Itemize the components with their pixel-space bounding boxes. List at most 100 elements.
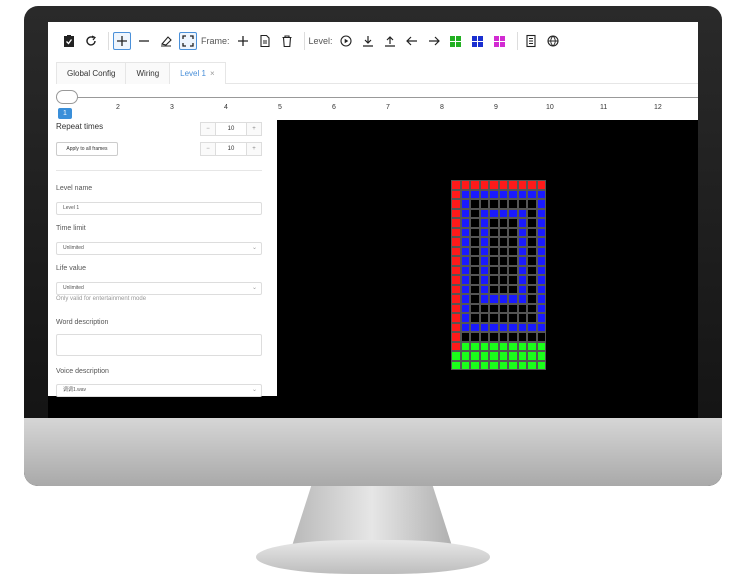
matrix-pixel[interactable]	[489, 294, 499, 304]
timeline-tick[interactable]: 7	[386, 104, 390, 111]
minus-icon[interactable]	[135, 32, 153, 50]
stepper-value[interactable]: 10	[215, 143, 247, 155]
timeline-tick[interactable]: 5	[278, 104, 282, 111]
clipboard-check-icon[interactable]	[60, 32, 78, 50]
matrix-pixel[interactable]	[479, 313, 489, 323]
matrix-pixel[interactable]	[517, 332, 527, 342]
decrement-button[interactable]: −	[201, 123, 215, 135]
matrix-pixel[interactable]	[479, 322, 489, 332]
matrix-pixel[interactable]	[536, 294, 546, 304]
matrix-pixel[interactable]	[479, 199, 489, 209]
matrix-pixel[interactable]	[508, 313, 518, 323]
apply-to-all-frames-button[interactable]: Apply to all frames	[56, 142, 118, 156]
matrix-pixel[interactable]	[479, 189, 489, 199]
matrix-pixel[interactable]	[470, 341, 480, 351]
timeline-tick[interactable]: 4	[224, 104, 228, 111]
matrix-pixel[interactable]	[460, 332, 470, 342]
tab-wiring[interactable]: Wiring	[125, 62, 171, 84]
repeat-times-stepper[interactable]: − 10 +	[200, 122, 262, 136]
matrix-pixel[interactable]	[479, 275, 489, 285]
matrix-pixel[interactable]	[451, 180, 461, 190]
globe-icon[interactable]	[544, 32, 562, 50]
timeline-tick[interactable]: 10	[546, 104, 554, 111]
matrix-pixel[interactable]	[479, 237, 489, 247]
matrix-pixel[interactable]	[470, 303, 480, 313]
matrix-pixel[interactable]	[470, 237, 480, 247]
matrix-pixel[interactable]	[517, 189, 527, 199]
matrix-pixel[interactable]	[508, 265, 518, 275]
matrix-pixel[interactable]	[470, 351, 480, 361]
matrix-pixel[interactable]	[536, 246, 546, 256]
matrix-pixel[interactable]	[536, 360, 546, 370]
matrix-pixel[interactable]	[479, 360, 489, 370]
matrix-pixel[interactable]	[460, 275, 470, 285]
matrix-pixel[interactable]	[489, 303, 499, 313]
matrix-pixel[interactable]	[479, 351, 489, 361]
matrix-pixel[interactable]	[508, 275, 518, 285]
matrix-pixel[interactable]	[517, 208, 527, 218]
matrix-pixel[interactable]	[479, 227, 489, 237]
matrix-pixel[interactable]	[527, 284, 537, 294]
matrix-pixel[interactable]	[451, 303, 461, 313]
notes-icon[interactable]	[522, 32, 540, 50]
apply-value-stepper[interactable]: − 10 +	[200, 142, 262, 156]
matrix-pixel[interactable]	[508, 256, 518, 266]
matrix-pixel[interactable]	[498, 189, 508, 199]
matrix-pixel[interactable]	[498, 360, 508, 370]
matrix-pixel[interactable]	[470, 265, 480, 275]
matrix-pixel[interactable]	[517, 227, 527, 237]
eraser-icon[interactable]	[157, 32, 175, 50]
play-icon[interactable]	[337, 32, 355, 50]
matrix-pixel[interactable]	[536, 237, 546, 247]
matrix-pixel[interactable]	[517, 303, 527, 313]
matrix-pixel[interactable]	[517, 180, 527, 190]
matrix-pixel[interactable]	[527, 275, 537, 285]
matrix-pixel[interactable]	[517, 246, 527, 256]
matrix-pixel[interactable]	[451, 341, 461, 351]
trash-icon[interactable]	[278, 32, 296, 50]
matrix-pixel[interactable]	[479, 180, 489, 190]
matrix-pixel[interactable]	[479, 332, 489, 342]
matrix-pixel[interactable]	[527, 208, 537, 218]
matrix-pixel[interactable]	[527, 360, 537, 370]
matrix-pixel[interactable]	[479, 294, 489, 304]
matrix-pixel[interactable]	[498, 275, 508, 285]
matrix-pixel[interactable]	[498, 332, 508, 342]
matrix-pixel[interactable]	[517, 256, 527, 266]
matrix-pixel[interactable]	[508, 208, 518, 218]
matrix-pixel[interactable]	[451, 237, 461, 247]
matrix-pixel[interactable]	[489, 208, 499, 218]
timeline-tick[interactable]: 9	[494, 104, 498, 111]
matrix-pixel[interactable]	[498, 227, 508, 237]
matrix-pixel[interactable]	[527, 189, 537, 199]
matrix-pixel[interactable]	[527, 313, 537, 323]
matrix-pixel[interactable]	[460, 351, 470, 361]
matrix-pixel[interactable]	[470, 332, 480, 342]
timeline-tick[interactable]: 3	[170, 104, 174, 111]
matrix-pixel[interactable]	[479, 265, 489, 275]
matrix-pixel[interactable]	[470, 313, 480, 323]
matrix-pixel[interactable]	[508, 284, 518, 294]
matrix-pixel[interactable]	[508, 237, 518, 247]
matrix-pixel[interactable]	[451, 322, 461, 332]
tab-level-1[interactable]: Level 1 ×	[169, 62, 226, 84]
increment-button[interactable]: +	[247, 143, 261, 155]
matrix-pixel[interactable]	[489, 237, 499, 247]
matrix-pixel[interactable]	[517, 237, 527, 247]
matrix-pixel[interactable]	[479, 341, 489, 351]
matrix-pixel[interactable]	[460, 227, 470, 237]
matrix-pixel[interactable]	[470, 218, 480, 228]
matrix-pixel[interactable]	[460, 237, 470, 247]
matrix-pixel[interactable]	[536, 332, 546, 342]
blue-grid-icon[interactable]	[469, 32, 487, 50]
matrix-pixel[interactable]	[498, 341, 508, 351]
matrix-pixel[interactable]	[536, 218, 546, 228]
matrix-pixel[interactable]	[498, 237, 508, 247]
matrix-pixel[interactable]	[536, 256, 546, 266]
timeline-tick[interactable]: 6	[332, 104, 336, 111]
matrix-pixel[interactable]	[527, 332, 537, 342]
matrix-pixel[interactable]	[470, 246, 480, 256]
matrix-pixel[interactable]	[451, 313, 461, 323]
time-limit-select[interactable]: Unlimited ⌄	[56, 242, 262, 255]
matrix-pixel[interactable]	[498, 246, 508, 256]
